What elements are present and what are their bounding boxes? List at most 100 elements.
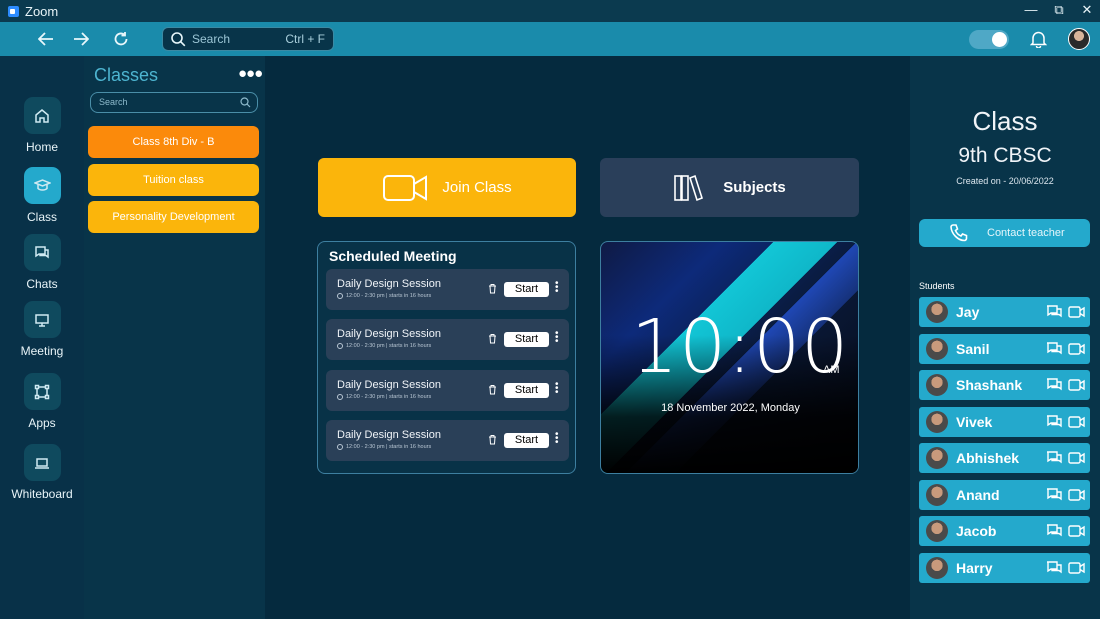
- close-icon[interactable]: ✕: [1080, 2, 1094, 18]
- trash-icon[interactable]: [488, 283, 497, 294]
- search-placeholder: Search: [192, 32, 231, 46]
- chat-icon: [23, 234, 61, 271]
- meeting-item: Daily Design Session 12:00 - 2:30 pm | s…: [326, 370, 569, 411]
- class-item[interactable]: Class 8th Div - B: [88, 126, 259, 158]
- sidebar-item-class[interactable]: Class: [0, 167, 84, 224]
- search-shortcut: Ctrl + F: [285, 32, 325, 46]
- start-button[interactable]: Start: [504, 282, 549, 297]
- sidebar-item-label: Home: [25, 140, 58, 154]
- chat-icon[interactable]: [1046, 524, 1062, 543]
- meeting-time: 12:00 - 2:30 pm | starts in 16 hours: [337, 444, 431, 450]
- window-controls: — ⧉ ✕: [1024, 2, 1094, 18]
- window-titlebar: Zoom — ⧉ ✕: [0, 0, 1100, 22]
- sidebar-item-chats[interactable]: Chats: [0, 234, 84, 291]
- chat-icon[interactable]: [1046, 488, 1062, 507]
- class-info-panel: Class 9th CBSC Created on - 20/06/2022 C…: [910, 56, 1100, 619]
- search-icon: [171, 31, 186, 47]
- search-icon: [240, 97, 251, 108]
- class-item[interactable]: Tuition class: [88, 164, 259, 196]
- arrow-left-icon: [38, 32, 53, 46]
- subjects-button[interactable]: Subjects: [600, 158, 859, 217]
- more-options-icon[interactable]: ●●●: [238, 65, 263, 82]
- clock-date: 18 November 2022, Monday: [661, 402, 800, 414]
- minimize-icon[interactable]: —: [1024, 2, 1038, 18]
- scheduled-meeting-title: Scheduled Meeting: [329, 248, 457, 264]
- trash-icon[interactable]: [488, 434, 497, 445]
- classes-title: Classes: [94, 65, 159, 85]
- start-button[interactable]: Start: [504, 383, 549, 398]
- chat-icon[interactable]: [1046, 451, 1062, 470]
- back-button[interactable]: [37, 30, 55, 48]
- students-label: Students: [919, 281, 955, 291]
- video-camera-icon[interactable]: [1068, 561, 1085, 579]
- start-button[interactable]: Start: [504, 433, 549, 448]
- trash-icon[interactable]: [488, 384, 497, 395]
- sidebar-item-whiteboard[interactable]: Whiteboard: [0, 444, 84, 501]
- clock-icon: [337, 394, 343, 400]
- forward-button[interactable]: [72, 30, 90, 48]
- refresh-button[interactable]: [112, 30, 130, 48]
- video-camera-icon[interactable]: [1068, 415, 1085, 433]
- meeting-item: Daily Design Session 12:00 - 2:30 pm | s…: [326, 269, 569, 310]
- student-row[interactable]: Harry: [919, 553, 1090, 583]
- chat-icon[interactable]: [1046, 378, 1062, 397]
- sidebar-item-apps[interactable]: Apps: [0, 373, 84, 430]
- kebab-menu-icon[interactable]: • • •: [555, 279, 559, 297]
- clock-widget: 10:00 AM 18 November 2022, Monday: [600, 241, 859, 474]
- class-name: 9th CBSC: [958, 144, 1052, 167]
- video-camera-icon[interactable]: [1068, 488, 1085, 506]
- meeting-title: Daily Design Session: [337, 379, 441, 391]
- sidebar-item-label: Whiteboard: [11, 487, 73, 501]
- student-row[interactable]: Sanil: [919, 334, 1090, 364]
- student-name: Jay: [956, 304, 980, 320]
- user-avatar[interactable]: [1068, 28, 1090, 50]
- class-item[interactable]: Personality Development: [88, 201, 259, 233]
- student-row[interactable]: Jacob: [919, 516, 1090, 546]
- sidebar-item-label: Class: [26, 210, 57, 224]
- student-row[interactable]: Shashank: [919, 370, 1090, 400]
- chat-icon[interactable]: [1046, 305, 1062, 324]
- toggle-knob: [992, 32, 1007, 47]
- student-row[interactable]: Abhishek: [919, 443, 1090, 473]
- clock-icon: [337, 293, 343, 299]
- video-camera-icon: [383, 174, 428, 201]
- chat-icon[interactable]: [1046, 561, 1062, 580]
- student-name: Sanil: [956, 341, 990, 357]
- sidebar-item-label: Meeting: [20, 344, 64, 358]
- join-class-button[interactable]: Join Class: [318, 158, 576, 217]
- student-row[interactable]: Jay: [919, 297, 1090, 327]
- notification-bell-icon[interactable]: [1029, 30, 1048, 53]
- sidebar-item-home[interactable]: Home: [0, 97, 84, 154]
- chat-icon[interactable]: [1046, 342, 1062, 361]
- contact-teacher-button[interactable]: Contact teacher: [919, 219, 1090, 247]
- chat-icon[interactable]: [1046, 415, 1062, 434]
- student-name: Anand: [956, 487, 1000, 503]
- sidebar-rail: Home Class Chats Meeting Apps Whiteboard: [0, 56, 84, 619]
- class-created-date: Created on - 20/06/2022: [956, 176, 1054, 186]
- start-button[interactable]: Start: [504, 332, 549, 347]
- student-name: Abhishek: [956, 450, 1020, 466]
- presentation-icon: [23, 301, 61, 338]
- restore-icon[interactable]: ⧉: [1052, 2, 1066, 18]
- kebab-menu-icon[interactable]: • • •: [555, 430, 559, 448]
- student-row[interactable]: Anand: [919, 480, 1090, 510]
- trash-icon[interactable]: [488, 333, 497, 344]
- kebab-menu-icon[interactable]: • • •: [555, 380, 559, 398]
- sidebar-item-meeting[interactable]: Meeting: [0, 301, 84, 358]
- video-camera-icon[interactable]: [1068, 305, 1085, 323]
- video-camera-icon[interactable]: [1068, 342, 1085, 360]
- classes-search-input[interactable]: Search: [90, 92, 258, 113]
- meeting-time: 12:00 - 2:30 pm | starts in 16 hours: [337, 394, 431, 400]
- contact-teacher-label: Contact teacher: [987, 227, 1065, 239]
- video-camera-icon[interactable]: [1068, 524, 1085, 542]
- global-search-input[interactable]: Search Ctrl + F: [162, 27, 334, 51]
- kebab-menu-icon[interactable]: • • •: [555, 329, 559, 347]
- theme-toggle[interactable]: [969, 30, 1009, 49]
- clock-ampm: AM: [823, 364, 840, 376]
- subjects-label: Subjects: [723, 179, 786, 196]
- top-toolbar: Search Ctrl + F: [0, 22, 1100, 56]
- video-camera-icon[interactable]: [1068, 451, 1085, 469]
- student-row[interactable]: Vivek: [919, 407, 1090, 437]
- video-camera-icon[interactable]: [1068, 378, 1085, 396]
- avatar: [926, 411, 948, 433]
